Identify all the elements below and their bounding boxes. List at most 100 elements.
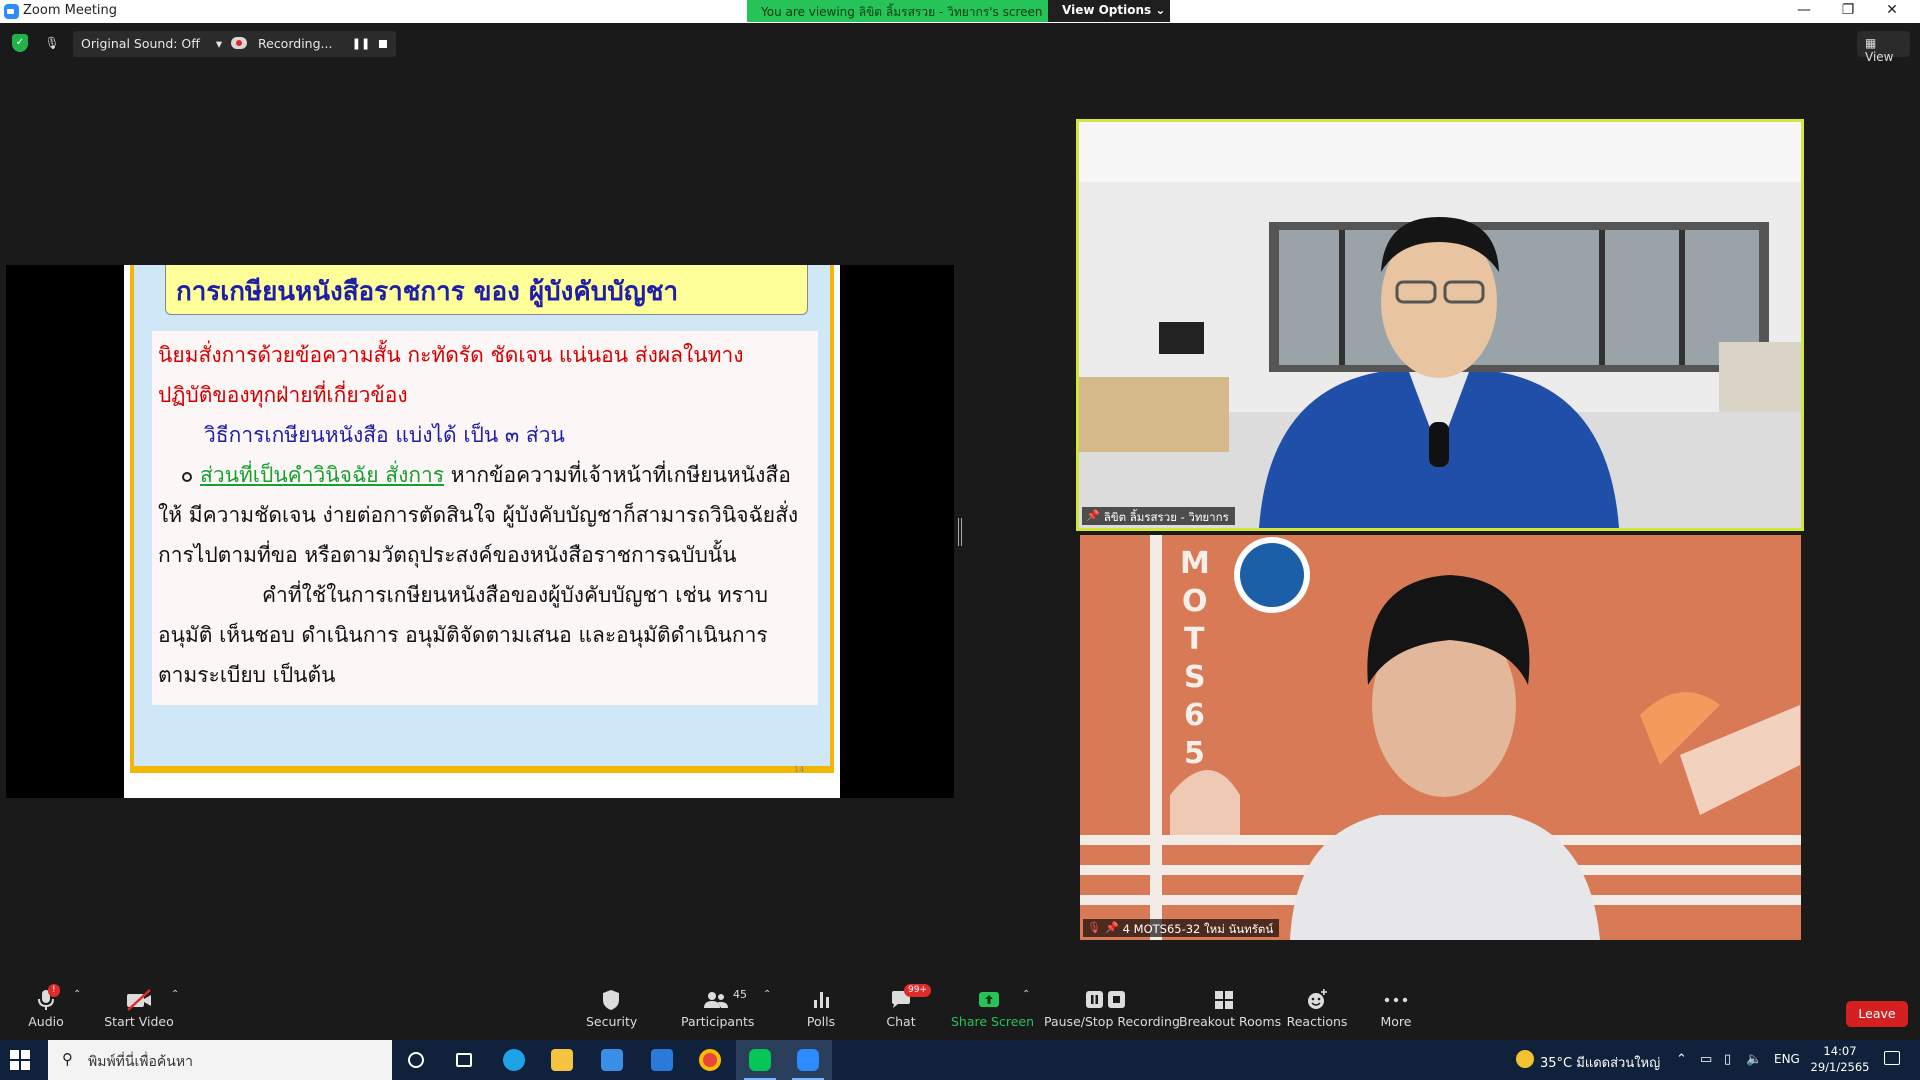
- search-placeholder: พิมพ์ที่นี่เพื่อค้นหา: [88, 1054, 193, 1070]
- window-title: Zoom Meeting: [23, 3, 118, 18]
- smiley-plus-icon: [1286, 988, 1348, 1012]
- chat-button[interactable]: 99+ Chat: [880, 984, 931, 1036]
- slide-line: อนุมัติ เห็นชอบ ดำเนินการ อนุมัติจัดตามเ…: [158, 623, 768, 647]
- polls-label: Polls: [806, 1014, 836, 1029]
- participants-options-caret-icon[interactable]: ⌃: [763, 989, 771, 1000]
- chat-label: Chat: [886, 1014, 916, 1029]
- audio-warning-badge: !: [48, 984, 60, 997]
- view-button[interactable]: ▦ View: [1857, 31, 1910, 64]
- bullet-icon: [182, 472, 192, 482]
- task-view-icon[interactable]: [440, 1040, 488, 1080]
- security-shield-icon[interactable]: ✓: [12, 34, 28, 52]
- zoom-app-icon: [4, 4, 19, 19]
- video-tile-participant[interactable]: M O T S 6 5 🎙 📌 4 MOTS65-32 ใหม่ นันทรัต…: [1080, 535, 1801, 940]
- taskbar-search-input[interactable]: ⚲ พิมพ์ที่นี่เพื่อค้นหา: [48, 1040, 392, 1080]
- breakout-rooms-label: Breakout Rooms: [1179, 1014, 1282, 1029]
- microphone-status-icon[interactable]: 🎙: [44, 34, 60, 52]
- start-video-button[interactable]: Start Video: [104, 988, 174, 1036]
- video-options-caret-icon[interactable]: ⌃: [171, 989, 179, 1000]
- original-sound-label: Original Sound: Off: [81, 36, 200, 51]
- split-resize-handle[interactable]: [958, 518, 962, 546]
- share-screen-button[interactable]: Share Screen: [951, 988, 1035, 1036]
- view-options-button[interactable]: View Options ⌄: [1048, 0, 1170, 22]
- line-app-icon[interactable]: [736, 1040, 784, 1080]
- weather-sun-icon[interactable]: [1516, 1050, 1534, 1068]
- original-sound-button[interactable]: Original Sound: Off ▾: [73, 31, 231, 57]
- mail-icon[interactable]: [638, 1040, 686, 1080]
- participants-count: 45: [733, 988, 747, 1001]
- battery-icon[interactable]: ▯: [1724, 1052, 1731, 1067]
- leave-button[interactable]: Leave: [1846, 1001, 1908, 1027]
- share-screen-label: Share Screen: [951, 1014, 1035, 1029]
- background-letter: T: [1184, 622, 1205, 657]
- security-button[interactable]: Security: [586, 988, 638, 1036]
- stop-recording-icon[interactable]: [370, 31, 396, 57]
- video-off-icon: [104, 988, 174, 1012]
- share-options-caret-icon[interactable]: ⌃: [1022, 989, 1030, 1000]
- pause-stop-recording-button[interactable]: Pause/Stop Recording: [1044, 988, 1180, 1036]
- volume-icon[interactable]: 🔈: [1746, 1052, 1762, 1067]
- slide-line: ให้ มีความชัดเจน ง่ายต่อการตัดสินใจ ผู้บ…: [158, 503, 799, 527]
- clock-time: 14:07: [1823, 1044, 1857, 1058]
- audio-button[interactable]: ! Audio: [22, 984, 70, 1036]
- muted-microphone-icon: 🎙: [1087, 921, 1101, 934]
- participant-name-tag: 📌 ลิขิต ลิ้มรสรวย - วิทยากร: [1082, 507, 1235, 525]
- security-label: Security: [586, 1014, 638, 1029]
- notifications-icon[interactable]: [1884, 1051, 1900, 1065]
- microphone-icon: [22, 988, 70, 1012]
- cloud-recording-icon: [231, 37, 247, 49]
- participant-name: 4 MOTS65-32 ใหม่ นันทรัตน์: [1122, 922, 1274, 936]
- chevron-up-icon[interactable]: ⌃: [1676, 1052, 1687, 1067]
- background-letter: 6: [1184, 698, 1205, 733]
- slide-line: ตามระเบียบ เป็นต้น: [158, 663, 336, 687]
- shield-icon: [586, 988, 636, 1012]
- restore-icon[interactable]: ❐: [1826, 0, 1870, 22]
- breakout-rooms-button[interactable]: Breakout Rooms: [1179, 988, 1282, 1036]
- network-icon[interactable]: ▭: [1700, 1052, 1712, 1067]
- video-tile-speaker[interactable]: 📌 ลิขิต ลิ้มรสรวย - วิทยากร: [1076, 119, 1804, 531]
- background-letter: M: [1180, 546, 1210, 581]
- background-letter: O: [1182, 584, 1208, 619]
- slide-highlight: ส่วนที่เป็นคำวินิจฉัย สั่งการ: [200, 463, 445, 487]
- polls-button[interactable]: Polls: [800, 988, 842, 1036]
- slide-line: การไปตามที่ขอ หรือตามวัตถุประสงค์ของหนัง…: [158, 543, 737, 567]
- file-explorer-icon[interactable]: [538, 1040, 586, 1080]
- reactions-label: Reactions: [1286, 1014, 1348, 1029]
- recording-label: Recording...: [258, 36, 333, 51]
- participants-button[interactable]: 45 Participants: [681, 988, 755, 1036]
- slide-text: หากข้อความที่เจ้าหน้าที่เกษียนหนังสือ: [444, 463, 791, 487]
- background-letter: S: [1184, 660, 1206, 695]
- windows-taskbar: ⚲ พิมพ์ที่นี่เพื่อค้นหา 35°C มีแดดส่วนให…: [0, 1040, 1920, 1080]
- cortana-icon[interactable]: [392, 1040, 440, 1080]
- slide-page-number: 14: [794, 765, 805, 774]
- microsoft-store-icon[interactable]: [588, 1040, 636, 1080]
- clock-date: 29/1/2565: [1810, 1060, 1870, 1074]
- slide-line: ปฏิบัติของทุกฝ่ายที่เกี่ยวข้อง: [158, 383, 408, 407]
- input-language[interactable]: ENG: [1774, 1052, 1800, 1066]
- share-screen-icon: [951, 988, 1027, 1012]
- pin-icon: 📌: [1104, 921, 1119, 934]
- close-icon[interactable]: ✕: [1870, 0, 1914, 22]
- slide-line: ส่วนที่เป็นคำวินิจฉัย สั่งการ หากข้อความ…: [158, 455, 814, 495]
- view-label: View: [1865, 50, 1894, 64]
- viewing-banner-text: You are viewing ลิขิต ลิ้มรสรวย - วิทยาก…: [747, 0, 1048, 22]
- slide-line: นิยมสั่งการด้วยข้อความสั้น กะทัดรัด ชัดเ…: [158, 343, 744, 367]
- weather-text[interactable]: 35°C มีแดดส่วนใหญ่: [1540, 1052, 1660, 1073]
- reactions-button[interactable]: Reactions: [1286, 988, 1348, 1036]
- edge-browser-icon[interactable]: [490, 1040, 538, 1080]
- windows-start-icon[interactable]: [10, 1050, 30, 1070]
- search-icon: ⚲: [62, 1050, 73, 1068]
- shared-screen[interactable]: การเกษียนหนังสือราชการ ของ ผู้บังคับบัญช…: [6, 265, 954, 798]
- more-button[interactable]: More: [1376, 988, 1416, 1036]
- slide-content-area: การเกษียนหนังสือราชการ ของ ผู้บังคับบัญช…: [130, 265, 834, 774]
- clock[interactable]: 14:07 29/1/2565: [1810, 1043, 1870, 1075]
- breakout-rooms-icon: [1179, 988, 1269, 1012]
- zoom-taskbar-icon[interactable]: [784, 1040, 832, 1080]
- participant-name-tag: 🎙 📌 4 MOTS65-32 ใหม่ นันทรัตน์: [1083, 919, 1280, 937]
- presentation-slide: การเกษียนหนังสือราชการ ของ ผู้บังคับบัญช…: [124, 265, 840, 798]
- minimize-icon[interactable]: —: [1782, 0, 1826, 22]
- grid-view-icon: ▦: [1865, 36, 1877, 50]
- audio-options-caret-icon[interactable]: ⌃: [73, 989, 81, 1000]
- chrome-icon[interactable]: [686, 1040, 734, 1080]
- participants-label: Participants: [681, 1014, 755, 1029]
